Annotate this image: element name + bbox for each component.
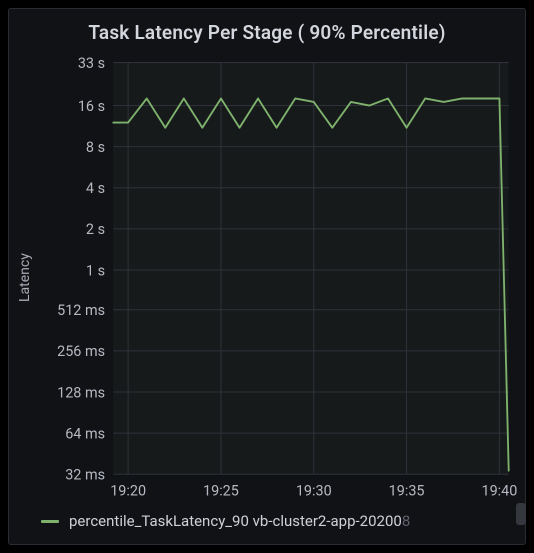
svg-text:8 s: 8 s (86, 138, 105, 156)
svg-text:19:40: 19:40 (481, 481, 517, 499)
svg-text:512 ms: 512 ms (57, 301, 105, 319)
svg-text:2 s: 2 s (86, 220, 105, 238)
x-tick-labels: 19:20 19:25 19:30 19:35 19:40 (110, 481, 517, 499)
y-axis-label: Latency (15, 54, 35, 502)
svg-text:32 ms: 32 ms (65, 465, 105, 483)
chart-svg: 32 ms 64 ms 128 ms 256 ms 512 ms 1 s 2 s 4 s 8 s… (35, 54, 519, 502)
svg-text:1 s: 1 s (86, 261, 105, 279)
legend-label: percentile_TaskLatency_90 vb-cluster2-ap… (69, 512, 410, 530)
svg-text:16 s: 16 s (78, 97, 105, 115)
plot-background (113, 63, 508, 475)
legend[interactable]: percentile_TaskLatency_90 vb-cluster2-ap… (15, 502, 519, 534)
chart-canvas[interactable]: 32 ms 64 ms 128 ms 256 ms 512 ms 1 s 2 s 4 s 8 s… (35, 54, 519, 502)
plot-area[interactable]: Latency 32 ms 64 ms 128 ms 256 ms 512 ms 1 s 2… (15, 54, 519, 502)
legend-swatch (41, 520, 59, 523)
svg-text:19:25: 19:25 (203, 481, 239, 499)
chart-title: Task Latency Per Stage ( 90% Percentile) (15, 15, 519, 54)
y-tick-labels: 32 ms 64 ms 128 ms 256 ms 512 ms 1 s 2 s 4 s 8 s… (57, 54, 105, 484)
svg-text:4 s: 4 s (86, 179, 105, 197)
svg-text:19:20: 19:20 (110, 481, 146, 499)
svg-text:256 ms: 256 ms (57, 342, 105, 360)
svg-text:19:35: 19:35 (389, 481, 425, 499)
chart-panel: Task Latency Per Stage ( 90% Percentile)… (8, 8, 526, 545)
svg-text:19:30: 19:30 (296, 481, 332, 499)
scrollbar-hint (516, 503, 526, 525)
svg-text:33 s: 33 s (78, 54, 105, 72)
svg-text:64 ms: 64 ms (65, 424, 105, 442)
svg-text:128 ms: 128 ms (57, 383, 105, 401)
